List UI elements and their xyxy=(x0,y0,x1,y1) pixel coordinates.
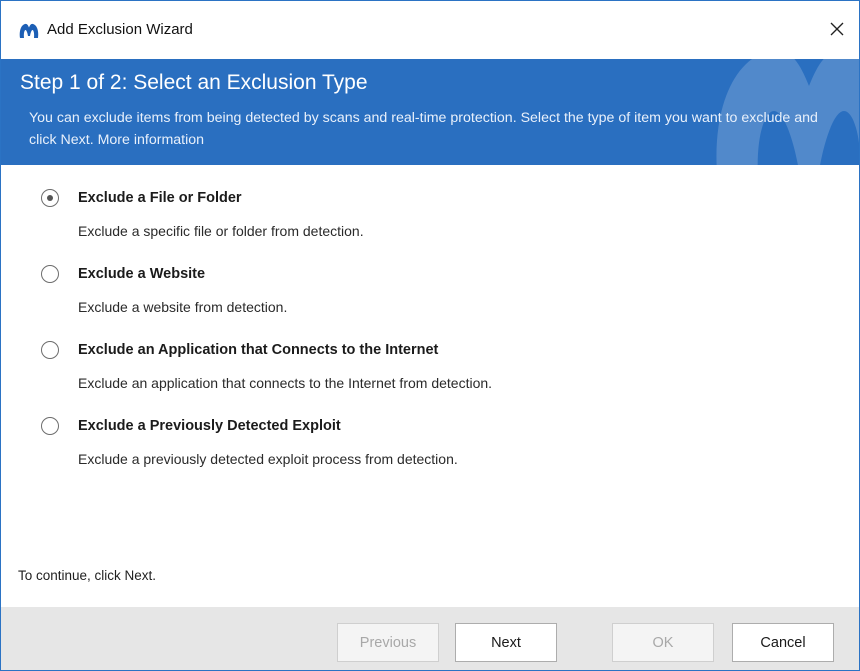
next-button[interactable]: Next xyxy=(455,623,557,662)
previous-button[interactable]: Previous xyxy=(337,623,439,662)
ok-button[interactable]: OK xyxy=(612,623,714,662)
exclusion-type-options: Exclude a File or Folder Exclude a speci… xyxy=(1,183,859,487)
title-bar: Add Exclusion Wizard xyxy=(1,1,859,59)
radio-website[interactable] xyxy=(41,265,59,283)
option-title: Exclude an Application that Connects to … xyxy=(78,342,439,358)
option-exploit[interactable]: Exclude a Previously Detected Exploit Ex… xyxy=(41,411,859,487)
continue-instruction: To continue, click Next. xyxy=(18,568,157,583)
option-application[interactable]: Exclude an Application that Connects to … xyxy=(41,335,859,411)
step-description: You can exclude items from being detecte… xyxy=(29,107,829,151)
option-title: Exclude a Website xyxy=(78,266,206,282)
more-information-link[interactable]: More information xyxy=(98,132,204,148)
option-description: Exclude an application that connects to … xyxy=(78,375,493,391)
radio-exploit[interactable] xyxy=(41,417,59,435)
malwarebytes-logo-icon xyxy=(18,22,40,40)
exclusion-wizard-window: Add Exclusion Wizard Step 1 of 2: Select… xyxy=(0,0,860,671)
option-description: Exclude a website from detection. xyxy=(78,299,288,315)
option-description: Exclude a specific file or folder from d… xyxy=(78,223,364,239)
step-title: Step 1 of 2: Select an Exclusion Type xyxy=(20,71,368,94)
option-file-or-folder[interactable]: Exclude a File or Folder Exclude a speci… xyxy=(41,183,859,259)
option-title: Exclude a File or Folder xyxy=(78,190,242,206)
close-icon xyxy=(830,22,844,41)
radio-file-or-folder[interactable] xyxy=(41,189,59,207)
radio-application[interactable] xyxy=(41,341,59,359)
option-description: Exclude a previously detected exploit pr… xyxy=(78,451,458,467)
cancel-button[interactable]: Cancel xyxy=(732,623,834,662)
close-button[interactable] xyxy=(815,13,859,49)
wizard-footer: Previous Next OK Cancel xyxy=(1,607,859,670)
option-title: Exclude a Previously Detected Exploit xyxy=(78,418,341,434)
wizard-header: Step 1 of 2: Select an Exclusion Type Yo… xyxy=(1,59,859,165)
option-website[interactable]: Exclude a Website Exclude a website from… xyxy=(41,259,859,335)
window-title: Add Exclusion Wizard xyxy=(47,21,193,38)
